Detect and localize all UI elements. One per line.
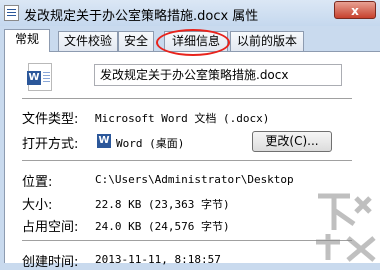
- word-document-icon: W: [27, 63, 52, 91]
- close-button[interactable]: x: [334, 1, 376, 19]
- watermark-logo: [316, 193, 376, 262]
- title-bar: 发改规定关于办公室策略措施.docx 属性 x: [0, 0, 380, 26]
- divider: [22, 160, 352, 161]
- file-name-input[interactable]: 发改规定关于办公室策略措施.docx: [94, 64, 342, 86]
- tab-details[interactable]: 详细信息: [164, 31, 228, 51]
- size-value: 22.8 KB (23,363 字节): [95, 198, 230, 211]
- created-label: 创建时间:: [22, 255, 79, 270]
- created-value: 2013-11-11, 8:18:57: [95, 253, 221, 266]
- tab-security[interactable]: 安全: [118, 31, 154, 51]
- file-type-label: 文件类型:: [22, 112, 79, 127]
- size-on-disk-value: 24.0 KB (24,576 字节): [95, 220, 230, 233]
- tab-file-checksum[interactable]: 文件校验: [58, 31, 118, 51]
- file-type-value: Microsoft Word 文档 (.docx): [95, 112, 270, 125]
- location-label: 位置:: [22, 175, 53, 190]
- tab-previous-versions[interactable]: 以前的版本: [230, 31, 304, 51]
- open-with-value: Word (桌面): [116, 137, 185, 150]
- word-app-icon: W: [97, 134, 111, 148]
- document-icon: [4, 5, 19, 21]
- tab-bar: 常规 文件校验 安全 详细信息 以前的版本: [4, 29, 380, 52]
- divider: [22, 98, 352, 99]
- window-title: 发改规定关于办公室策略措施.docx 属性: [24, 9, 259, 24]
- location-value: C:\Users\Administrator\Desktop: [95, 173, 294, 186]
- size-label: 大小:: [22, 198, 53, 213]
- change-button[interactable]: 更改(C)...: [252, 131, 332, 152]
- open-with-label: 打开方式:: [22, 137, 79, 152]
- divider: [22, 240, 352, 241]
- tab-general[interactable]: 常规: [4, 29, 50, 52]
- size-on-disk-label: 占用空间:: [22, 220, 79, 235]
